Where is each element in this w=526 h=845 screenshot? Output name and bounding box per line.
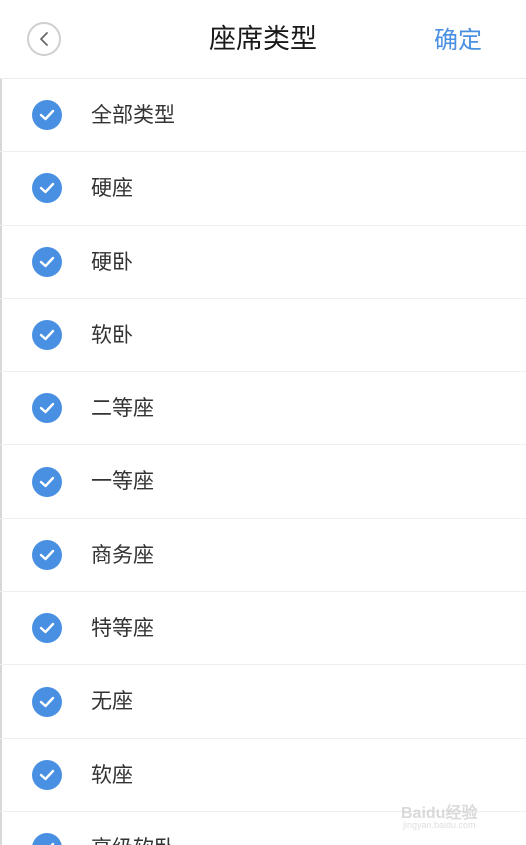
seat-type-row-deluxe-sleeper[interactable]: 高级软卧 [0, 812, 526, 845]
seat-type-row-standing[interactable]: 无座 [0, 665, 526, 739]
chevron-left-icon [40, 32, 48, 46]
seat-type-row-business[interactable]: 商务座 [0, 519, 526, 593]
checked-circle-icon[interactable] [32, 759, 62, 790]
header-bar: 座席类型 确定 [0, 0, 526, 79]
seat-type-label: 全部类型 [91, 103, 175, 127]
seat-type-row-premium[interactable]: 特等座 [0, 592, 526, 666]
seat-type-label: 商务座 [91, 542, 154, 567]
seat-type-list: 全部类型 硬座 硬卧 软卧 二等座 一等座 商务座 特等座 无座 软座 [0, 79, 526, 845]
seat-type-label: 高级软卧 [91, 812, 175, 845]
seat-type-label: 软座 [91, 762, 133, 787]
seat-type-row-hard-seat[interactable]: 硬座 [0, 152, 526, 226]
checked-circle-icon[interactable] [32, 320, 62, 351]
seat-type-label: 硬座 [91, 176, 133, 201]
confirm-button[interactable]: 确定 [434, 0, 482, 79]
seat-type-label: 二等座 [91, 396, 154, 421]
seat-type-screen: 座席类型 确定 全部类型 硬座 硬卧 软卧 二等座 一等座 商务座 特等座 无座… [0, 0, 526, 845]
checked-circle-icon[interactable] [32, 393, 62, 424]
seat-type-label: 特等座 [91, 616, 154, 641]
checked-circle-icon[interactable] [32, 173, 62, 204]
checked-circle-icon[interactable] [32, 539, 62, 570]
checked-circle-icon[interactable] [32, 686, 62, 717]
seat-type-row-soft-seat[interactable]: 软座 [0, 739, 526, 812]
checked-circle-icon[interactable] [32, 246, 62, 277]
checked-circle-icon[interactable] [32, 466, 62, 497]
seat-type-row-first-class[interactable]: 一等座 [0, 445, 526, 519]
seat-type-label: 无座 [91, 689, 133, 714]
checked-circle-icon[interactable] [32, 613, 62, 644]
checked-circle-icon[interactable] [32, 100, 62, 131]
seat-type-row-all[interactable]: 全部类型 [0, 79, 526, 153]
checked-circle-icon[interactable] [32, 833, 62, 845]
seat-type-row-second-class[interactable]: 二等座 [0, 372, 526, 446]
seat-type-row-hard-sleeper[interactable]: 硬卧 [0, 226, 526, 299]
back-button[interactable] [27, 22, 61, 56]
seat-type-label: 一等座 [91, 469, 154, 494]
seat-type-label: 硬卧 [91, 249, 133, 274]
seat-type-label: 软卧 [91, 322, 133, 347]
seat-type-row-soft-sleeper[interactable]: 软卧 [0, 299, 526, 373]
